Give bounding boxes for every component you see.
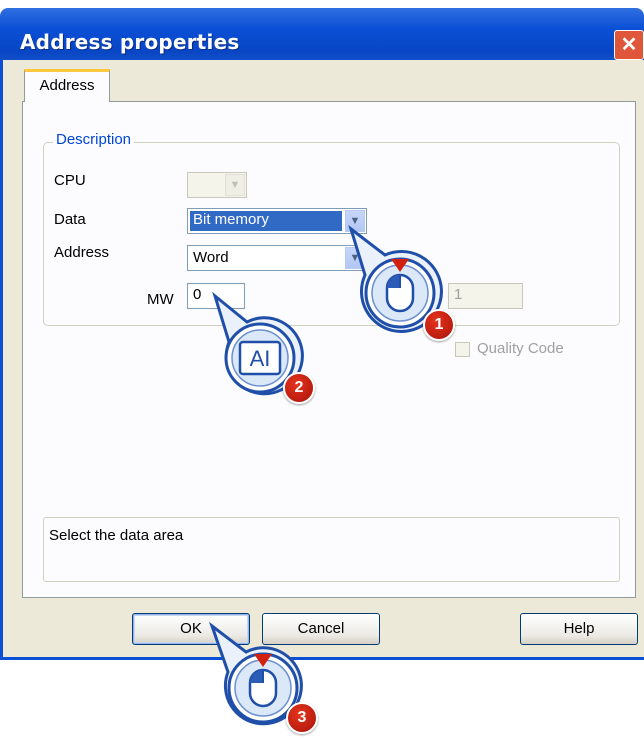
tab-address[interactable]: Address [24,69,110,102]
cpu-label: CPU [54,172,86,189]
cpu-dropdown: ▼ [187,172,247,198]
bit-address-input: 1 [448,283,523,309]
callout-step-3: 3 [208,621,318,734]
close-button[interactable]: ✕ [614,30,644,60]
chevron-down-icon: ▼ [225,174,245,196]
ai-glyph: AI [250,346,271,371]
step-badge: 2 [283,372,315,404]
callout-step-1: 1 [345,224,455,341]
description-box: Select the data area [43,517,620,582]
address-dropdown[interactable]: Word ▼ [187,245,367,271]
callout-step-2: AI 2 [205,291,315,404]
title-bar[interactable]: Address properties ✕ [0,8,644,60]
step-badge: 3 [286,702,318,734]
description-group-legend: Description [53,131,135,148]
address-dropdown-value: Word [193,249,229,266]
quality-code-label: Quality Code [477,340,564,357]
description-text: Select the data area [49,527,184,544]
mw-label: MW [147,291,174,308]
address-properties-dialog: Address properties ✕ Address Description… [0,0,644,660]
address-label: Address [54,244,110,261]
step-badge: 1 [423,309,455,341]
quality-code-checkbox [455,342,470,357]
data-dropdown[interactable]: Bit memory ▼ [187,208,367,234]
help-button[interactable]: Help [520,613,638,645]
description-group [43,142,620,326]
window-title: Address properties [20,30,240,54]
data-label: Data [54,211,86,228]
data-dropdown-value: Bit memory [190,211,342,231]
